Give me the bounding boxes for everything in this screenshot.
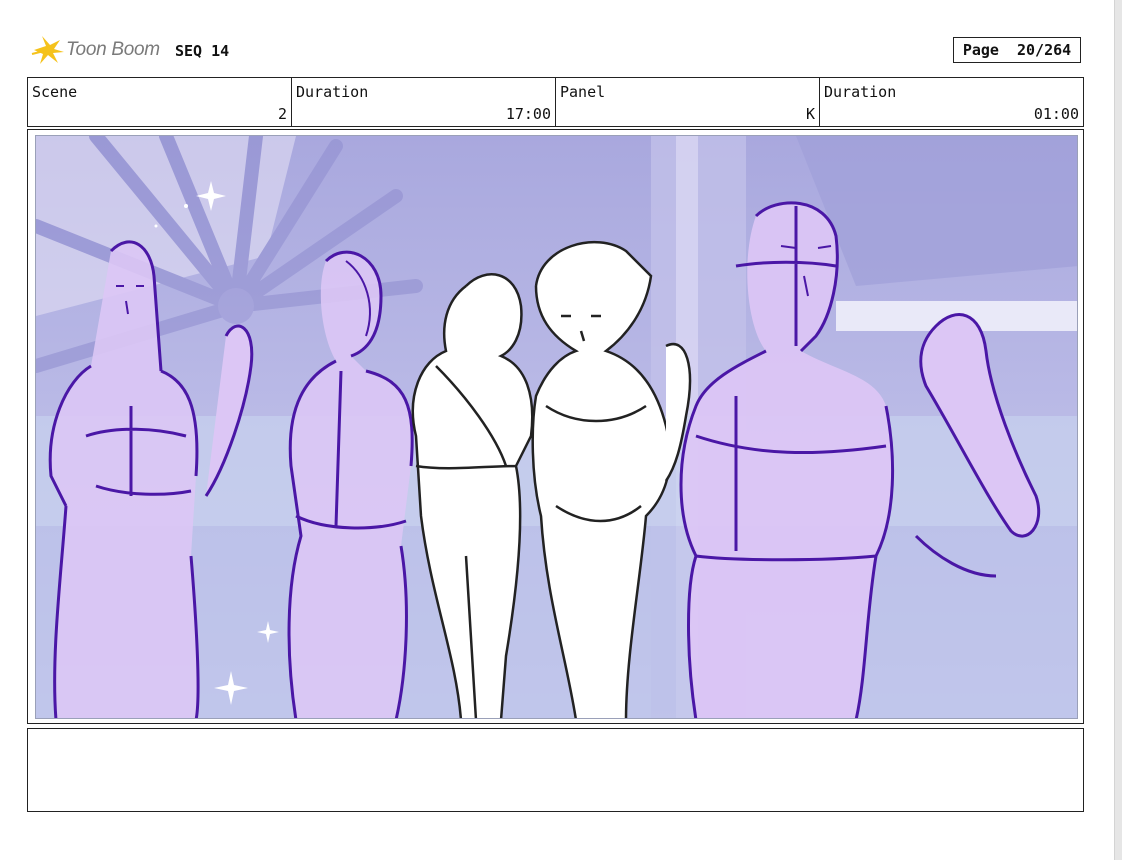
sequence-label: SEQ 14 [175, 42, 230, 60]
logo-text: Toon Boom [66, 39, 160, 60]
scene-value: 2 [277, 105, 287, 123]
page-counter: Page 20/264 [953, 37, 1081, 63]
storyboard-panel-image [35, 135, 1078, 719]
panel-duration-value: 01:00 [1033, 105, 1079, 123]
panel-notes-box[interactable] [27, 728, 1084, 812]
scene-duration-label: Duration [296, 83, 369, 101]
scene-duration-value: 17:00 [505, 105, 551, 123]
scene-label: Scene [32, 83, 78, 101]
toon-boom-logo: Toon Boom [30, 32, 160, 68]
storyboard-sketch [36, 136, 1077, 718]
toon-boom-star-icon [31, 36, 64, 64]
panel-info-row: Scene 2 Duration 17:00 Panel K Duration … [27, 77, 1084, 127]
panel-label: Panel [560, 83, 606, 101]
page-edge [1114, 0, 1122, 860]
scene-duration-cell: Duration 17:00 [292, 78, 556, 126]
panel-duration-label: Duration [824, 83, 897, 101]
panel-duration-cell: Duration 01:00 [820, 78, 1083, 126]
scene-cell: Scene 2 [28, 78, 292, 126]
panel-value: K [805, 105, 815, 123]
panel-cell: Panel K [556, 78, 820, 126]
